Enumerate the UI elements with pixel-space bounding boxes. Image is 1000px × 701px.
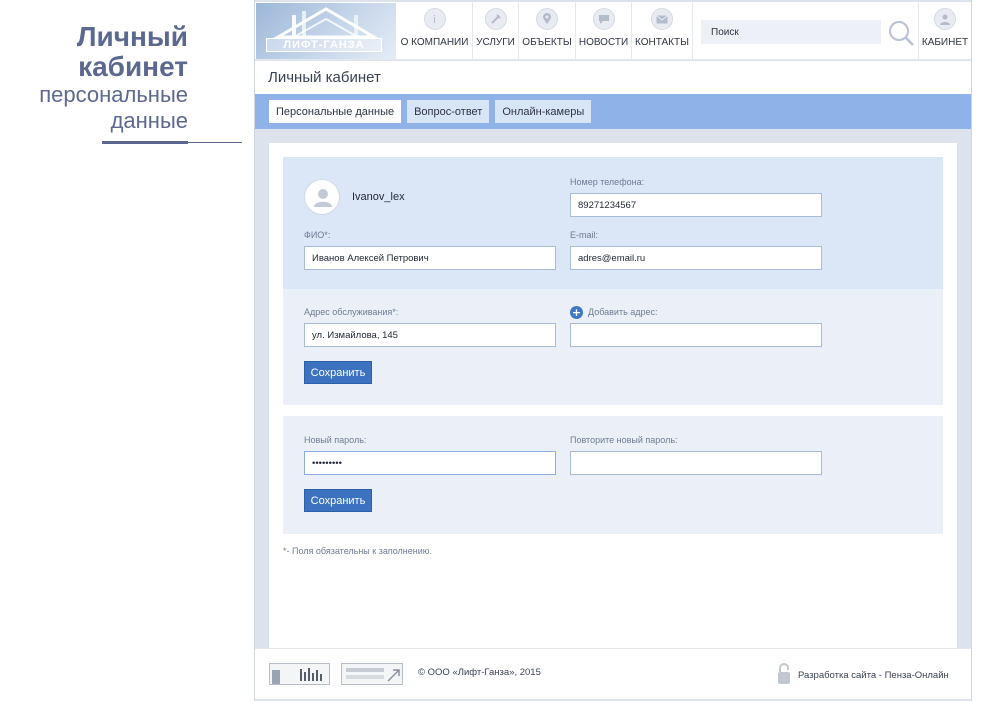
email-label: E-mail: [570, 230, 599, 240]
avatar-user-icon [314, 189, 332, 207]
add-address-label: Добавить адрес: [588, 307, 658, 317]
site-logo[interactable]: ЛИФТ-ГАНЗА [256, 3, 396, 59]
counter-badge[interactable] [341, 663, 403, 685]
caption-subtitle-line1: персональные [39, 82, 188, 107]
required-note: *- Поля обязательны к заполнению. [283, 546, 433, 556]
email-field[interactable] [570, 246, 822, 270]
address-panel: Адрес обслуживания*: + Добавить адрес: С… [283, 289, 943, 405]
main-nav: i О КОМПАНИИ УСЛУГИ ОБЪЕКТЫ НОВОСТИ КОНТ… [397, 2, 693, 60]
logo-text: ЛИФТ-ГАНЗА [266, 38, 382, 52]
caption-title-line1: Личный [76, 21, 188, 52]
caption-subtitle-line2: данные [110, 108, 188, 133]
password-panel: Новый пароль: Повторите новый пароль: Со… [283, 416, 943, 534]
nav-item-contacts[interactable]: КОНТАКТЫ [632, 2, 693, 60]
lock-icon [778, 663, 790, 684]
nav-label: КОНТАКТЫ [635, 37, 689, 48]
nav-label: УСЛУГИ [476, 37, 515, 48]
nav-item-cabinet[interactable]: КАБИНЕТ [918, 2, 971, 60]
repeat-password-label: Повторите новый пароль: [570, 435, 678, 445]
nav-item-news[interactable]: НОВОСТИ [576, 2, 632, 60]
nav-item-objects[interactable]: ОБЪЕКТЫ [519, 2, 576, 60]
new-password-field[interactable] [304, 451, 556, 475]
search-icon[interactable] [887, 19, 915, 47]
avatar [304, 179, 340, 215]
counter-badge[interactable] [269, 663, 330, 685]
title-bar: Личный кабинет [255, 61, 971, 94]
caption-title-line2: кабинет [78, 51, 188, 82]
copyright-text: © ООО «Лифт-Ганза», 2015 [418, 667, 541, 678]
info-icon: i [423, 8, 446, 30]
nav-item-company[interactable]: i О КОМПАНИИ [397, 2, 473, 60]
page-title: Личный кабинет [268, 69, 381, 86]
fio-label: ФИО*: [304, 230, 331, 240]
map-pin-icon [536, 8, 558, 30]
tab-bar: Персональные данные Вопрос-ответ Онлайн-… [255, 94, 971, 129]
add-address-icon[interactable]: + [570, 306, 583, 319]
developer-link[interactable]: Разработка сайта - Пенза-Онлайн [798, 670, 949, 681]
slide-caption: Личный кабинет персональные данные [0, 22, 188, 134]
tab-personal-data[interactable]: Персональные данные [269, 100, 402, 123]
wrench-icon [484, 8, 507, 30]
profile-panel: Ivanov_lex Номер телефона: ФИО*: E-mail: [283, 157, 943, 289]
phone-label: Номер телефона: [570, 177, 645, 187]
repeat-password-field[interactable] [570, 451, 822, 475]
site-frame: ЛИФТ-ГАНЗА i О КОМПАНИИ УСЛУГИ ОБЪЕКТЫ Н… [254, 0, 972, 701]
tab-online-cameras[interactable]: Онлайн-камеры [495, 100, 592, 123]
tab-questions[interactable]: Вопрос-ответ [407, 100, 490, 123]
username: Ivanov_lex [352, 191, 405, 203]
site-header: ЛИФТ-ГАНЗА i О КОМПАНИИ УСЛУГИ ОБЪЕКТЫ Н… [255, 2, 971, 60]
save-password-button[interactable]: Сохранить [304, 489, 372, 512]
phone-field[interactable] [570, 193, 822, 217]
nav-item-services[interactable]: УСЛУГИ [473, 2, 519, 60]
counter-logo-icon [346, 668, 400, 682]
save-address-button[interactable]: Сохранить [304, 361, 372, 384]
site-footer: © ООО «Лифт-Ганза», 2015 Разработка сайт… [255, 648, 971, 699]
nav-label: ОБЪЕКТЫ [522, 37, 572, 48]
add-address-field[interactable] [570, 323, 822, 347]
fio-field[interactable] [304, 246, 556, 270]
content-card: Ivanov_lex Номер телефона: ФИО*: E-mail:… [269, 143, 957, 650]
address-field[interactable] [304, 323, 556, 347]
address-label: Адрес обслуживания*: [304, 307, 399, 317]
caption-underline [102, 141, 242, 144]
counter-bars-icon [272, 668, 322, 684]
nav-label: КАБИНЕТ [921, 37, 969, 48]
chat-icon [592, 8, 615, 30]
nav-label: НОВОСТИ [578, 37, 629, 48]
new-password-label: Новый пароль: [304, 435, 367, 445]
mail-icon [651, 8, 673, 30]
user-icon [934, 8, 956, 30]
search-input[interactable] [701, 20, 881, 44]
nav-label: О КОМПАНИИ [400, 37, 469, 48]
